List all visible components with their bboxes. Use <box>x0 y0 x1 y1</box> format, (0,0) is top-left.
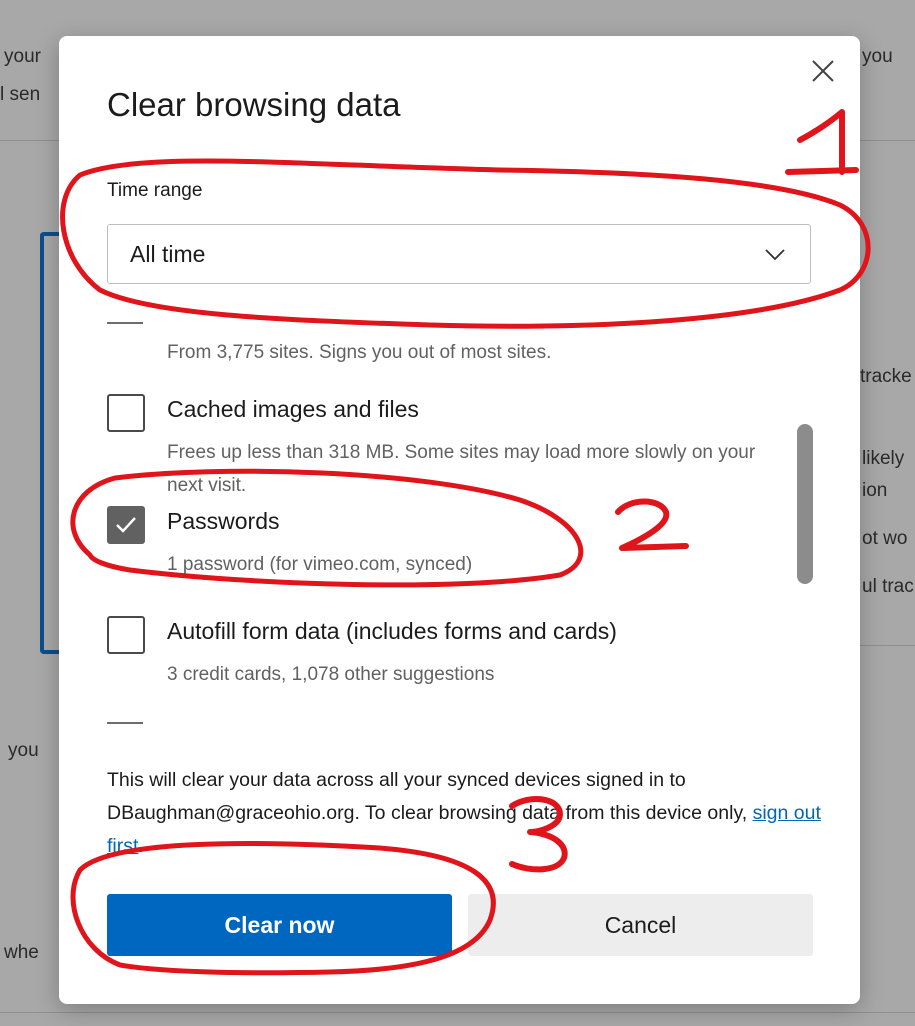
passwords-checkbox[interactable] <box>107 506 145 544</box>
bg-divider <box>860 140 915 141</box>
item-description: 3 credit cards, 1,078 other suggestions <box>167 664 495 685</box>
item-top-border <box>107 322 143 324</box>
data-types-list[interactable]: From 3,775 sites. Signs you out of most … <box>59 304 860 734</box>
time-range-label: Time range <box>107 180 203 201</box>
bg-text-fragment: l sen <box>0 84 41 105</box>
bg-text-fragment: ion <box>862 480 888 501</box>
bg-text-fragment: whe <box>4 942 39 963</box>
cached-images-checkbox[interactable] <box>107 394 145 432</box>
item-description: Frees up less than 318 MB. Some sites ma… <box>167 442 756 496</box>
item-description: 1 password (for vimeo.com, synced) <box>167 554 473 575</box>
cancel-button[interactable]: Cancel <box>468 894 813 956</box>
sync-notice-text: This will clear your data across all you… <box>107 769 753 824</box>
bg-text-fragment: ul trac <box>862 576 914 597</box>
sync-notice-end: . <box>138 835 144 857</box>
checkmark-icon <box>116 517 136 533</box>
item-label: Autofill form data (includes forms and c… <box>167 618 617 644</box>
bg-text-fragment: ot wo <box>862 528 908 549</box>
bg-text-fragment: you <box>862 46 893 67</box>
scrollbar-thumb[interactable] <box>797 424 813 584</box>
bg-divider <box>0 140 59 141</box>
bg-divider <box>0 1012 915 1013</box>
item-bottom-border <box>107 722 143 724</box>
item-label: Cached images and files <box>167 396 419 422</box>
bg-text-fragment: likely <box>862 448 905 469</box>
clear-browsing-data-dialog: Clear browsing data Time range All time … <box>59 36 860 1004</box>
time-range-value: All time <box>130 240 206 267</box>
item-description: From 3,775 sites. Signs you out of most … <box>167 342 552 363</box>
close-button[interactable] <box>808 56 838 86</box>
bg-divider <box>860 645 915 646</box>
sync-notice: This will clear your data across all you… <box>107 764 822 863</box>
close-icon <box>812 60 834 82</box>
item-label: Passwords <box>167 508 280 534</box>
dialog-title: Clear browsing data <box>107 86 401 123</box>
bg-text-fragment: your <box>4 46 41 67</box>
clear-now-button[interactable]: Clear now <box>107 894 452 956</box>
bg-text-fragment: you <box>8 740 39 761</box>
chevron-down-icon <box>762 241 788 267</box>
time-range-select[interactable]: All time <box>107 224 811 284</box>
autofill-checkbox[interactable] <box>107 616 145 654</box>
bg-text-fragment: tracke <box>860 366 912 387</box>
